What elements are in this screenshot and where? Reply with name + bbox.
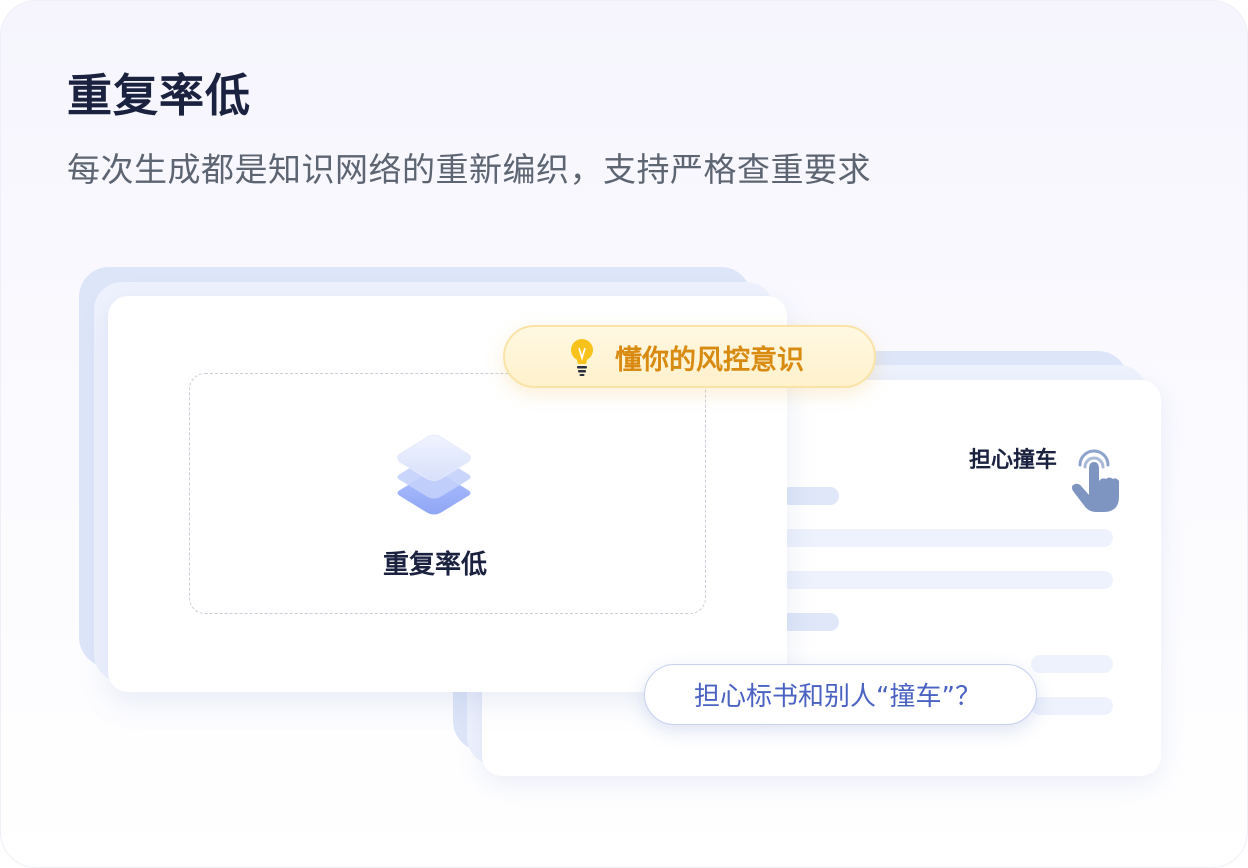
placeholder-line: [781, 487, 839, 505]
placeholder-line: [1031, 697, 1113, 715]
feature-label: 重复率低: [382, 550, 487, 580]
question-label: 担心标书和别人“撞车”？: [694, 682, 981, 712]
layers-icon: [397, 434, 471, 515]
page-title: 重复率低: [67, 69, 252, 122]
placeholder-line: [781, 571, 1113, 589]
placeholder-line: [781, 529, 1113, 547]
placeholder-line: [1031, 655, 1113, 673]
lightbulb-icon: [571, 339, 593, 376]
placeholder-line: [781, 613, 839, 631]
worry-label: 担心撞车: [969, 448, 1058, 473]
feature-panel: 重复率低 每次生成都是知识网络的重新编织，支持严格查重要求 担心撞车 重复率低 …: [0, 0, 1248, 868]
page-subtitle: 每次生成都是知识网络的重新编织，支持严格查重要求: [67, 150, 871, 189]
risk-awareness-label: 懂你的风控意识: [615, 345, 804, 376]
pointing-hand-icon: [1071, 449, 1119, 512]
